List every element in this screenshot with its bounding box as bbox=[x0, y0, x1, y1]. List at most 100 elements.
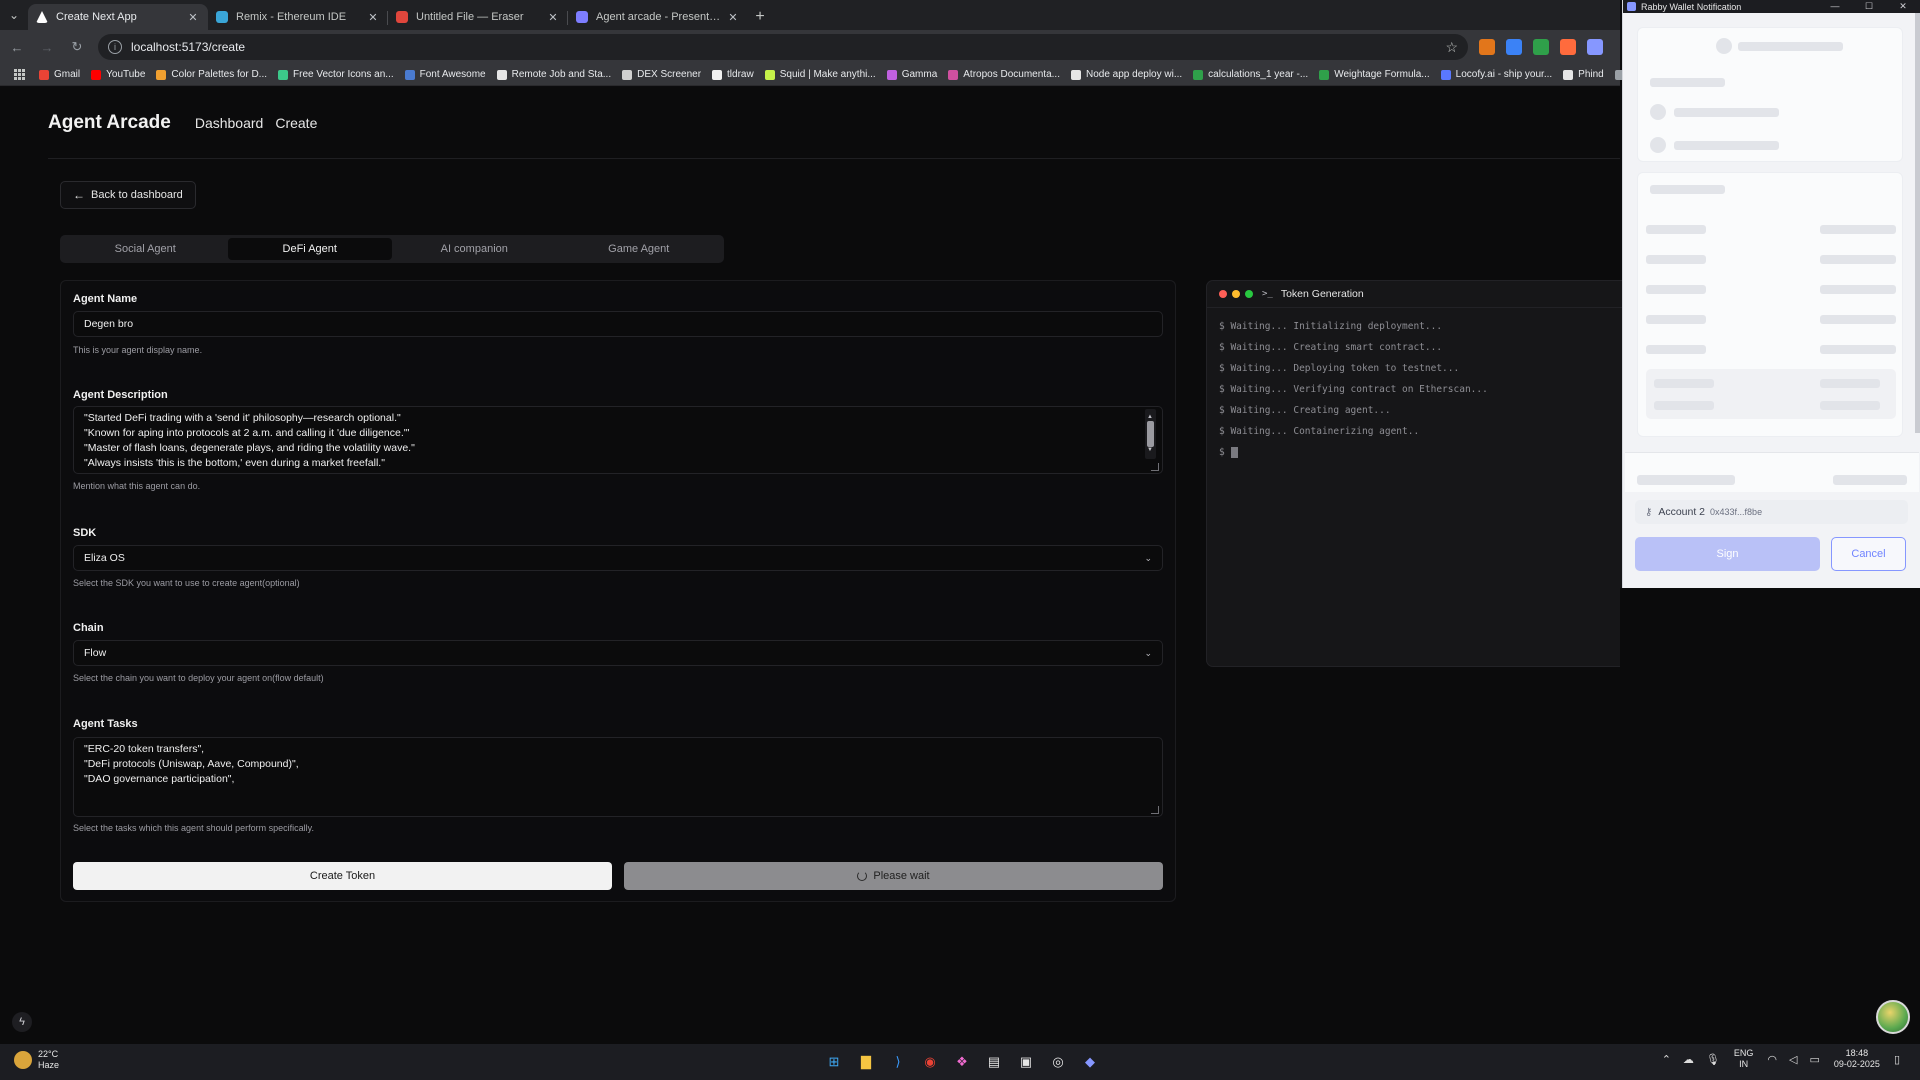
tab-label: Untitled File — Eraser bbox=[416, 11, 524, 23]
resize-grip-icon[interactable] bbox=[1151, 806, 1159, 814]
token-generation-terminal: >_ Token Generation $ Waiting... Initial… bbox=[1206, 280, 1672, 667]
bookmark-item[interactable]: calculations_1 year -... bbox=[1193, 69, 1308, 80]
cancel-button[interactable]: Cancel bbox=[1831, 537, 1906, 571]
tab-social-agent[interactable]: Social Agent bbox=[63, 238, 228, 260]
tab-defi-agent[interactable]: DeFi Agent bbox=[227, 238, 392, 260]
chevron-up-icon[interactable]: ⌃ bbox=[1662, 1053, 1671, 1066]
resize-grip-icon[interactable] bbox=[1151, 463, 1159, 471]
chain-select[interactable]: Flow ⌄ bbox=[73, 640, 1163, 666]
new-tab-plus-icon[interactable]: + bbox=[748, 4, 772, 30]
site-info-icon[interactable]: i bbox=[108, 40, 122, 54]
bookmark-item[interactable]: Gmail bbox=[39, 69, 80, 80]
skeleton-bar bbox=[1674, 141, 1779, 150]
minimize-icon[interactable]: — bbox=[1818, 1, 1852, 12]
browser-tab[interactable]: Create Next App ✕ bbox=[28, 4, 208, 30]
file-explorer-icon[interactable]: ▇ bbox=[854, 1050, 878, 1074]
terminal-icon[interactable]: ▣ bbox=[1014, 1050, 1038, 1074]
bookmark-item[interactable]: Color Palettes for D... bbox=[156, 69, 267, 80]
create-token-button[interactable]: Create Token bbox=[73, 862, 612, 890]
nav-dashboard[interactable]: Dashboard bbox=[195, 115, 264, 131]
skeleton-bar bbox=[1820, 401, 1880, 410]
skeleton-circle bbox=[1650, 104, 1666, 120]
apps-grid-icon[interactable] bbox=[14, 68, 25, 81]
sign-label: Sign bbox=[1716, 548, 1739, 560]
sdk-select[interactable]: Eliza OS ⌄ bbox=[73, 545, 1163, 571]
tab-close-icon[interactable]: ✕ bbox=[366, 11, 380, 24]
forward-arrow-icon[interactable]: → bbox=[34, 34, 60, 60]
chrome-icon[interactable]: ◉ bbox=[918, 1050, 942, 1074]
bookmark-item[interactable]: Remote Job and Sta... bbox=[496, 69, 611, 80]
bookmark-label: Locofy.ai - ship your... bbox=[1455, 69, 1553, 80]
agent-type-tabs: Social Agent DeFi Agent AI companion Gam… bbox=[60, 235, 724, 263]
maximize-icon[interactable]: ☐ bbox=[1852, 1, 1886, 12]
close-icon[interactable]: ✕ bbox=[1886, 1, 1920, 12]
bookmark-item[interactable]: YouTube bbox=[91, 69, 145, 80]
tab-list-chevron-icon[interactable]: ⌄ bbox=[0, 0, 28, 30]
bookmark-favicon-icon bbox=[948, 69, 959, 80]
rabby-extension-icon[interactable] bbox=[1587, 39, 1603, 55]
onedrive-cloud-icon[interactable]: ☁ bbox=[1683, 1053, 1694, 1066]
agent-description-textarea[interactable]: "Started DeFi trading with a 'send it' p… bbox=[73, 406, 1163, 474]
tab-ai-companion[interactable]: AI companion bbox=[392, 238, 557, 260]
bookmark-item[interactable]: DEX Screener bbox=[622, 69, 701, 80]
agent-name-input[interactable]: Degen bro bbox=[73, 311, 1163, 337]
agent-tasks-textarea[interactable]: "ERC-20 token transfers", "DeFi protocol… bbox=[73, 737, 1163, 817]
browser-tab[interactable]: Untitled File — Eraser ✕ bbox=[388, 4, 568, 30]
reload-icon[interactable]: ↻ bbox=[64, 34, 90, 60]
lightning-icon[interactable]: ϟ bbox=[12, 1012, 32, 1032]
floating-avatar[interactable] bbox=[1876, 1000, 1910, 1034]
tab-close-icon[interactable]: ✕ bbox=[546, 11, 560, 24]
agent-name-help: This is your agent display name. bbox=[73, 345, 203, 355]
notification-icon[interactable]: ▯ bbox=[1894, 1053, 1900, 1066]
description-scrollbar[interactable]: ▲ ▼ bbox=[1145, 409, 1156, 459]
bookmark-label: Free Vector Icons an... bbox=[293, 69, 394, 80]
back-arrow-icon[interactable]: ← bbox=[4, 34, 30, 60]
nav-create[interactable]: Create bbox=[275, 115, 317, 131]
metamask-extension-icon[interactable] bbox=[1479, 39, 1495, 55]
terminal-line: $ Waiting... Initializing deployment... bbox=[1219, 321, 1443, 332]
brand-logo[interactable]: Agent Arcade bbox=[48, 112, 171, 134]
clock[interactable]: 18:48 09-02-2025 bbox=[1834, 1048, 1880, 1070]
bookmark-item[interactable]: Atropos Documenta... bbox=[948, 69, 1060, 80]
bookmark-item[interactable]: Free Vector Icons an... bbox=[278, 69, 394, 80]
bookmark-item[interactable]: Weightage Formula... bbox=[1319, 69, 1430, 80]
please-wait-button[interactable]: Please wait bbox=[624, 862, 1163, 890]
tab-close-icon[interactable]: ✕ bbox=[726, 11, 740, 24]
bookmark-item[interactable]: Squid | Make anythi... bbox=[764, 69, 876, 80]
tab-close-icon[interactable]: ✕ bbox=[186, 11, 200, 24]
tab-game-agent[interactable]: Game Agent bbox=[557, 238, 722, 260]
skeleton-bar bbox=[1738, 42, 1843, 51]
scroll-down-icon[interactable]: ▼ bbox=[1147, 443, 1153, 458]
bookmark-star-icon[interactable]: ☆ bbox=[1445, 39, 1458, 56]
vscode-icon[interactable]: ⟩ bbox=[886, 1050, 910, 1074]
bookmark-item[interactable]: Font Awesome bbox=[404, 69, 486, 80]
bookmark-item[interactable]: Phind bbox=[1563, 69, 1604, 80]
bookmark-item[interactable]: Node app deploy wi... bbox=[1070, 69, 1182, 80]
bookmark-item[interactable]: Locofy.ai - ship your... bbox=[1440, 69, 1553, 80]
bookmark-item[interactable]: tldraw bbox=[712, 69, 754, 80]
bookmark-item[interactable]: Gamma bbox=[886, 69, 937, 80]
weather-widget[interactable]: 22°C Haze bbox=[14, 1049, 59, 1071]
browser-tab[interactable]: Remix - Ethereum IDE ✕ bbox=[208, 4, 388, 30]
address-bar[interactable]: i localhost:5173/create ☆ bbox=[98, 34, 1468, 60]
windows-start-icon[interactable]: ⊞ bbox=[822, 1050, 846, 1074]
microphone-icon[interactable]: 🎙 bbox=[1706, 1053, 1720, 1066]
a-extension-icon[interactable] bbox=[1560, 39, 1576, 55]
rabby-taskbar-icon[interactable]: ◆ bbox=[1078, 1050, 1102, 1074]
battery-icon[interactable]: ▭ bbox=[1809, 1053, 1819, 1066]
github-desktop-icon[interactable]: ◎ bbox=[1046, 1050, 1070, 1074]
notepad-icon[interactable]: ▤ bbox=[982, 1050, 1006, 1074]
browser-tab[interactable]: Agent arcade - Presentation - C ✕ bbox=[568, 4, 748, 30]
bookmark-label: Gmail bbox=[54, 69, 81, 80]
wallet-scrollbar-thumb[interactable] bbox=[1915, 13, 1920, 433]
sign-button[interactable]: Sign bbox=[1635, 537, 1820, 571]
wallet-scrollbar[interactable] bbox=[1915, 13, 1920, 433]
volume-icon[interactable]: ◁ bbox=[1789, 1053, 1797, 1066]
wifi-icon[interactable]: ◠ bbox=[1767, 1053, 1777, 1066]
language-indicator[interactable]: ENG IN bbox=[1734, 1048, 1754, 1070]
k-extension-icon[interactable] bbox=[1506, 39, 1522, 55]
back-to-dashboard-button[interactable]: ← Back to dashboard bbox=[60, 181, 196, 209]
sheets-extension-icon[interactable] bbox=[1533, 39, 1549, 55]
figma-icon[interactable]: ❖ bbox=[950, 1050, 974, 1074]
account-selector[interactable]: ⚷ Account 2 0x433f...f8be bbox=[1635, 500, 1908, 524]
